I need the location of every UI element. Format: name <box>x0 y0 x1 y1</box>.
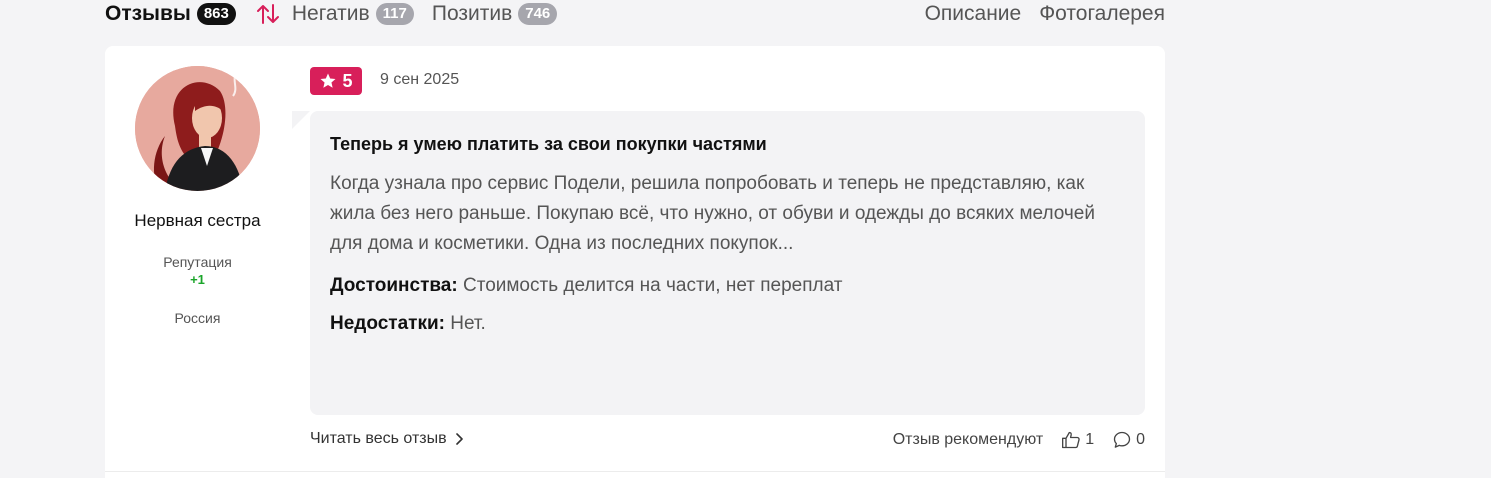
rating-badge: 5 <box>310 67 362 95</box>
tabs-right: Описание Фотогалерея <box>907 2 1165 26</box>
author-country: Россия <box>174 310 221 326</box>
review-footer: Отзыв рекомендуют 1 0 <box>893 430 1145 450</box>
tab-positive-count: 746 <box>518 3 558 25</box>
review-cons: Недостатки: Нет. <box>330 313 1125 335</box>
sort-icon[interactable] <box>256 3 280 25</box>
star-icon <box>320 73 336 88</box>
bubble-tail <box>292 111 310 129</box>
author-name[interactable]: Нервная сестра <box>105 211 290 231</box>
reputation-value: +1 <box>190 272 205 287</box>
tab-negative-label: Негатив <box>291 2 370 25</box>
review-text: Когда узнала про сервис Подели, решила п… <box>330 173 1095 254</box>
tab-positive[interactable]: Позитив 746 <box>431 2 558 26</box>
tab-positive-label: Позитив <box>431 2 513 25</box>
tab-negative[interactable]: Негатив 117 <box>292 2 414 26</box>
thumbs-up-icon <box>1062 431 1080 449</box>
tab-reviews-count: 863 <box>196 3 236 25</box>
cons-label: Недостатки: <box>330 313 445 334</box>
recommend-label: Отзыв рекомендуют <box>892 431 1044 448</box>
reputation-label: Репутация <box>163 254 232 270</box>
comments-count: 0 <box>1136 431 1145 448</box>
tab-gallery[interactable]: Фотогалерея <box>1039 2 1165 26</box>
likes-count: 1 <box>1085 431 1095 448</box>
read-more-link[interactable]: Читать весь отзыв <box>310 430 463 448</box>
comment-icon <box>1113 431 1131 448</box>
card-divider <box>105 471 1165 472</box>
rating-value: 5 <box>342 70 353 91</box>
review-pros: Достоинства: Стоимость делится на части,… <box>330 275 1125 297</box>
tab-negative-count: 117 <box>375 3 414 25</box>
review-card: Нервная сестра Репутация +1 Россия 5 9 с… <box>105 46 1165 478</box>
tab-reviews[interactable]: Отзывы 863 <box>105 2 236 26</box>
like-button[interactable]: 1 <box>1061 430 1094 450</box>
review-title[interactable]: Теперь я умею платить за свои покупки ча… <box>330 134 1125 155</box>
tab-description[interactable]: Описание <box>925 2 1022 26</box>
tab-reviews-label: Отзывы <box>105 2 191 25</box>
review-body: Теперь я умею платить за свои покупки ча… <box>310 111 1145 415</box>
chevron-right-icon <box>455 433 463 445</box>
cons-text: Нет. <box>450 313 486 334</box>
review-date: 9 сен 2025 <box>380 71 460 88</box>
avatar[interactable] <box>135 66 260 191</box>
read-more-label: Читать весь отзыв <box>310 430 447 447</box>
comments-button[interactable]: 0 <box>1112 430 1145 450</box>
pros-text: Стоимость делится на части, нет переплат <box>462 275 843 296</box>
pros-label: Достоинства: <box>330 275 458 296</box>
reviews-tabs: Отзывы 863 Негатив 117 Позитив 746 Описа… <box>105 0 1165 28</box>
